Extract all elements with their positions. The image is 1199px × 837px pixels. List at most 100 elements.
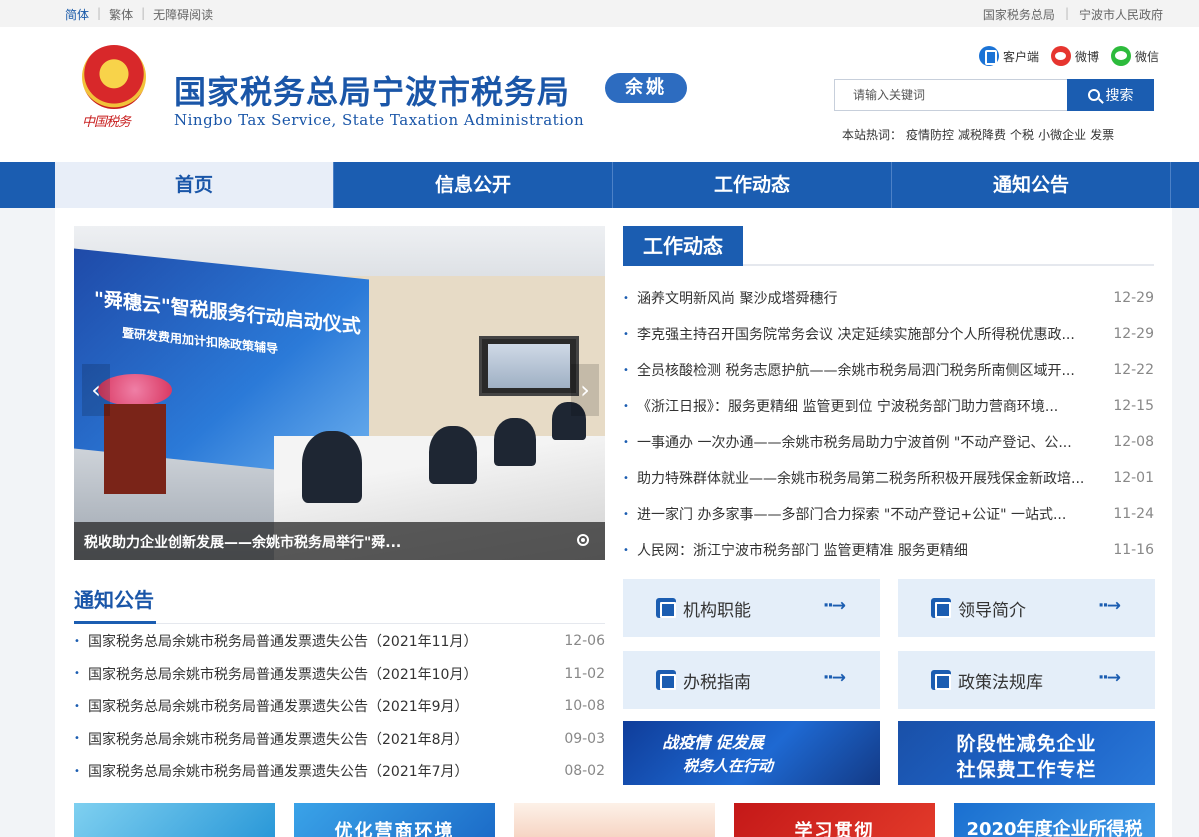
carousel-next-button[interactable]: ›	[571, 364, 599, 416]
state-taxation-link[interactable]: 国家税务总局	[983, 6, 1055, 23]
quick-link-label: 机构职能	[683, 600, 751, 621]
news-title[interactable]: 人民网：浙江宁波市税务部门 监管更精准 服务更精细	[637, 540, 1108, 560]
client-app-link[interactable]: 客户端	[978, 46, 1039, 66]
hot-keyword[interactable]: 小微企业	[1038, 126, 1086, 143]
news-title[interactable]: 李克强主持召开国务院常务会议 决定延续实施部分个人所得税优惠政...	[637, 324, 1108, 344]
site-title[interactable]: 国家税务总局宁波市税务局	[174, 67, 570, 113]
list-item[interactable]: • 涵养文明新风尚 聚沙成塔舜穗行 12-29	[623, 280, 1154, 316]
notice-title[interactable]: 国家税务总局余姚市税务局普通发票遗失公告（2021年8月）	[88, 729, 555, 749]
bottom-banner-study[interactable]: 学习贯彻	[734, 803, 935, 837]
banner-epidemic-development[interactable]: 战疫情 促发展 税务人在行动	[623, 721, 880, 785]
quick-link-policy-library[interactable]: 政策法规库 ··→	[898, 651, 1155, 709]
quick-link-tax-guide[interactable]: 办税指南 ··→	[623, 651, 880, 709]
site-header: 中国税务 国家税务总局宁波市税务局 余姚 Ningbo Tax Service,…	[0, 27, 1199, 162]
hot-keyword[interactable]: 减税降费	[958, 126, 1006, 143]
weibo-label: 微博	[1074, 49, 1099, 64]
list-item[interactable]: • 国家税务总局余姚市税务局普通发票遗失公告（2021年7月） 08-02	[74, 755, 605, 788]
list-item[interactable]: • 国家税务总局余姚市税务局普通发票遗失公告（2021年11月） 12-06	[74, 625, 605, 658]
ningbo-gov-link[interactable]: 宁波市人民政府	[1079, 6, 1163, 23]
lang-simplified-link[interactable]: 简体	[65, 6, 89, 23]
news-date: 12-01	[1113, 470, 1154, 486]
notices-title[interactable]: 通知公告	[74, 584, 156, 624]
news-title[interactable]: 涵养文明新风尚 聚沙成塔舜穗行	[637, 288, 1108, 308]
news-title[interactable]: 进一家门 办多家事——多部门合力探索 "不动产登记+公证" 一站式...	[637, 504, 1108, 524]
bullet-icon: •	[74, 700, 80, 712]
list-item[interactable]: • 人民网：浙江宁波市税务部门 监管更精准 服务更精细 11-16	[623, 532, 1154, 568]
quick-link-label: 政策法规库	[958, 672, 1043, 693]
news-date: 12-15	[1113, 398, 1154, 414]
wechat-icon	[1110, 46, 1131, 66]
nav-tab-info-disclosure[interactable]: 信息公开	[334, 162, 613, 208]
list-item[interactable]: • 进一家门 办多家事——多部门合力探索 "不动产登记+公证" 一站式... 11-…	[623, 496, 1154, 532]
bullet-icon: •	[623, 544, 629, 556]
carousel-indicator-dot[interactable]	[577, 534, 589, 546]
wechat-link[interactable]: 微信	[1110, 46, 1159, 66]
nav-tab-home[interactable]: 首页	[55, 162, 334, 208]
photo-attendee	[302, 431, 362, 503]
social-links: 客户端 微博 微信	[978, 46, 1159, 66]
photo-video-monitor	[479, 336, 579, 396]
branch-badge: 余姚	[605, 73, 687, 103]
bullet-icon: •	[74, 733, 80, 745]
guide-book-icon	[656, 670, 676, 690]
list-item[interactable]: • 一事通办 一次办通——余姚市税务局助力宁波首例 "不动产登记、公... 12-0…	[623, 424, 1154, 460]
quick-link-org-functions[interactable]: 机构职能 ··→	[623, 579, 880, 637]
news-title[interactable]: 助力特殊群体就业——余姚市税务局第二税务所积极开展残保金新政培...	[637, 468, 1108, 488]
list-item[interactable]: • 助力特殊群体就业——余姚市税务局第二税务所积极开展残保金新政培... 12-01	[623, 460, 1154, 496]
bottom-banner-text: 学习贯彻	[794, 821, 875, 837]
list-item[interactable]: • 国家税务总局余姚市税务局普通发票遗失公告（2021年10月） 11-02	[74, 658, 605, 691]
nav-tab-work-news[interactable]: 工作动态	[613, 162, 892, 208]
news-title[interactable]: 一事通办 一次办通——余姚市税务局助力宁波首例 "不动产登记、公...	[637, 432, 1108, 452]
news-date: 11-16	[1113, 542, 1154, 558]
bottom-banner[interactable]	[514, 803, 715, 837]
search-input[interactable]	[834, 79, 1067, 111]
work-news-title[interactable]: 工作动态	[623, 226, 743, 266]
bottom-banner-business-environment[interactable]: 优化营商环境	[294, 803, 495, 837]
bullet-icon: •	[623, 292, 629, 304]
photo-attendee	[429, 426, 477, 484]
banner-line: 战疫情 促发展	[662, 733, 764, 752]
national-emblem-logo[interactable]: 中国税务	[80, 45, 148, 130]
carousel-caption[interactable]: 税收助力企业创新发展——余姚市税务局举行"舜...	[84, 532, 401, 552]
arrow-right-icon: ··→	[1097, 596, 1121, 616]
search-button[interactable]: 搜索	[1067, 79, 1154, 111]
bottom-banner[interactable]	[74, 803, 275, 837]
notice-date: 08-02	[564, 763, 605, 780]
notice-title[interactable]: 国家税务总局余姚市税务局普通发票遗失公告（2021年7月）	[88, 761, 555, 781]
bullet-icon: •	[623, 472, 629, 484]
notice-title[interactable]: 国家税务总局余姚市税务局普通发票遗失公告（2021年10月）	[88, 664, 555, 684]
news-carousel[interactable]: "舜穗云"智税服务行动启动仪式 暨研发费用加计扣除政策辅导 ‹ › 税收助力企业…	[74, 226, 605, 560]
lang-traditional-link[interactable]: 繁体	[109, 6, 133, 23]
list-item[interactable]: • 李克强主持召开国务院常务会议 决定延续实施部分个人所得税优惠政... 12-29	[623, 316, 1154, 352]
top-utility-bar: 简体 | 繁体 | 无障碍阅读 国家税务总局 | 宁波市人民政府	[0, 0, 1199, 27]
search-button-label: 搜索	[1105, 87, 1134, 103]
main-nav: 首页 信息公开 工作动态 通知公告	[0, 162, 1199, 208]
hot-keyword[interactable]: 疫情防控	[906, 126, 954, 143]
weibo-icon	[1050, 46, 1071, 66]
hot-keyword[interactable]: 个税	[1010, 126, 1034, 143]
nav-tab-notices[interactable]: 通知公告	[892, 162, 1171, 208]
bullet-icon: •	[623, 328, 629, 340]
carousel-prev-button[interactable]: ‹	[82, 364, 110, 416]
accessible-reading-link[interactable]: 无障碍阅读	[153, 6, 213, 23]
client-app-label: 客户端	[1002, 49, 1039, 64]
list-item[interactable]: • 国家税务总局余姚市税务局普通发票遗失公告（2021年8月） 09-03	[74, 723, 605, 756]
banner-social-insurance-relief[interactable]: 阶段性减免企业 社保费工作专栏	[898, 721, 1155, 785]
bottom-banner-corporate-income-tax[interactable]: 2020年度企业所得税	[954, 803, 1155, 837]
notice-title[interactable]: 国家税务总局余姚市税务局普通发票遗失公告（2021年9月）	[88, 696, 555, 716]
bullet-icon: •	[74, 635, 80, 647]
notices-list: • 国家税务总局余姚市税务局普通发票遗失公告（2021年11月） 12-06 • 国家…	[74, 625, 605, 788]
hot-keyword[interactable]: 发票	[1090, 126, 1114, 143]
notice-title[interactable]: 国家税务总局余姚市税务局普通发票遗失公告（2021年11月）	[88, 631, 555, 651]
news-title[interactable]: 全员核酸检测 税务志愿护航——余姚市税务局泗门税务所南侧区域开...	[637, 360, 1108, 380]
work-news-header: 工作动态	[623, 226, 1154, 266]
emblem-seal-icon	[82, 45, 146, 109]
hot-keywords: 本站热词： 疫情防控 减税降费 个税 小微企业 发票	[842, 126, 1114, 143]
quick-link-leaders[interactable]: 领导简介 ··→	[898, 579, 1155, 637]
news-title[interactable]: 《浙江日报》：服务更精细 监管更到位 宁波税务部门助力营商环境...	[637, 396, 1108, 416]
weibo-link[interactable]: 微博	[1050, 46, 1099, 66]
list-item[interactable]: • 全员核酸检测 税务志愿护航——余姚市税务局泗门税务所南侧区域开... 12-22	[623, 352, 1154, 388]
list-item[interactable]: • 《浙江日报》：服务更精细 监管更到位 宁波税务部门助力营商环境... 12-15	[623, 388, 1154, 424]
bullet-icon: •	[623, 508, 629, 520]
list-item[interactable]: • 国家税务总局余姚市税务局普通发票遗失公告（2021年9月） 10-08	[74, 690, 605, 723]
